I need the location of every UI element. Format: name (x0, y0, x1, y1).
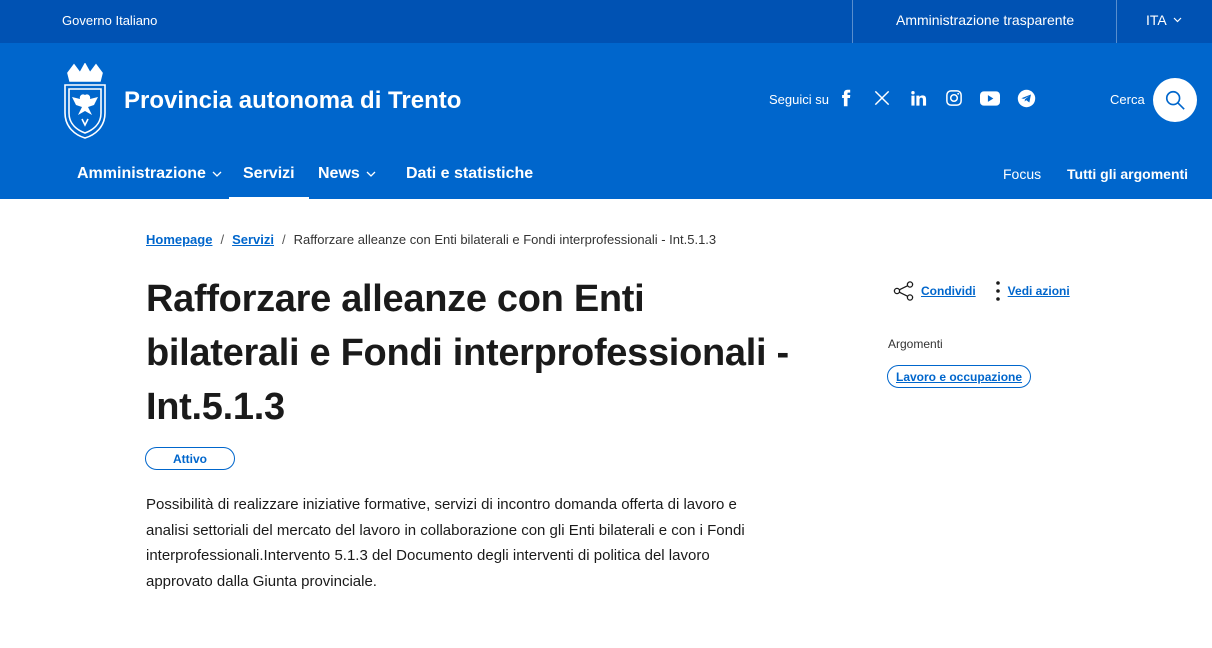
main-navigation: Amministrazione Servizi News Dati e stat… (0, 155, 1212, 200)
nav-item-tutti-argomenti[interactable]: Tutti gli argomenti (1067, 166, 1188, 182)
topics-heading: Argomenti (888, 337, 943, 351)
chevron-down-icon (212, 171, 222, 177)
breadcrumb-separator: / (220, 232, 225, 247)
nav-item-label: Amministrazione (77, 165, 206, 182)
nav-item-dati-statistiche[interactable]: Dati e statistiche (406, 165, 533, 183)
language-selector[interactable]: ITA (1146, 12, 1182, 28)
telegram-icon[interactable] (1016, 88, 1036, 108)
actions-button[interactable]: Vedi azioni (994, 280, 1070, 302)
search-label[interactable]: Cerca (1110, 92, 1145, 107)
youtube-icon[interactable] (980, 88, 1000, 108)
share-label: Condividi (921, 284, 976, 298)
share-icon (893, 281, 914, 301)
brand-title[interactable]: Provincia autonoma di Trento (124, 87, 461, 115)
breadcrumb-homepage[interactable]: Homepage (146, 232, 212, 247)
share-button[interactable]: Condividi (893, 281, 976, 301)
page-description: Possibilità di realizzare iniziative for… (146, 496, 745, 590)
coat-of-arms-logo[interactable] (60, 63, 110, 139)
chevron-down-icon (1173, 17, 1182, 23)
nav-item-label: News (318, 165, 360, 182)
follow-label: Seguici su (769, 92, 829, 107)
nav-item-amministrazione[interactable]: Amministrazione (77, 165, 222, 183)
divider (1116, 0, 1117, 43)
topic-chip[interactable]: Lavoro e occupazione (887, 365, 1032, 388)
breadcrumb-current: Rafforzare alleanze con Enti bilaterali … (293, 232, 717, 247)
transparency-link[interactable]: Amministrazione trasparente (896, 12, 1074, 28)
social-links (836, 88, 1036, 108)
nav-item-label: Dati e statistiche (406, 165, 534, 182)
nav-item-focus[interactable]: Focus (1003, 166, 1041, 182)
slim-header: Governo Italiano Amministrazione traspar… (0, 0, 1212, 43)
x-icon[interactable] (872, 88, 892, 108)
page-title: Rafforzare alleanze con Enti bilaterali … (146, 278, 789, 428)
linkedin-icon[interactable] (908, 88, 928, 108)
nav-item-servizi[interactable]: Servizi (229, 165, 309, 200)
nav-item-news[interactable]: News (318, 165, 376, 183)
language-label: ITA (1146, 12, 1167, 28)
nav-item-label: Servizi (243, 165, 295, 182)
facebook-icon[interactable] (836, 88, 856, 108)
gov-link[interactable]: Governo Italiano (62, 13, 157, 28)
main-header: Provincia autonoma di Trento Seguici su … (0, 43, 1212, 200)
page-actions: Condividi Vedi azioni (893, 280, 1070, 302)
chevron-down-icon (366, 171, 376, 177)
breadcrumb-servizi[interactable]: Servizi (232, 232, 274, 247)
search-icon (1165, 90, 1185, 110)
divider (852, 0, 853, 43)
search-button[interactable] (1153, 78, 1197, 122)
more-vertical-icon (995, 281, 1000, 301)
breadcrumb: Homepage / Servizi / Rafforzare alleanze… (146, 232, 716, 247)
instagram-icon[interactable] (944, 88, 964, 108)
status-badge: Attivo (145, 447, 235, 470)
breadcrumb-separator: / (282, 232, 286, 247)
actions-label: Vedi azioni (1007, 284, 1070, 298)
